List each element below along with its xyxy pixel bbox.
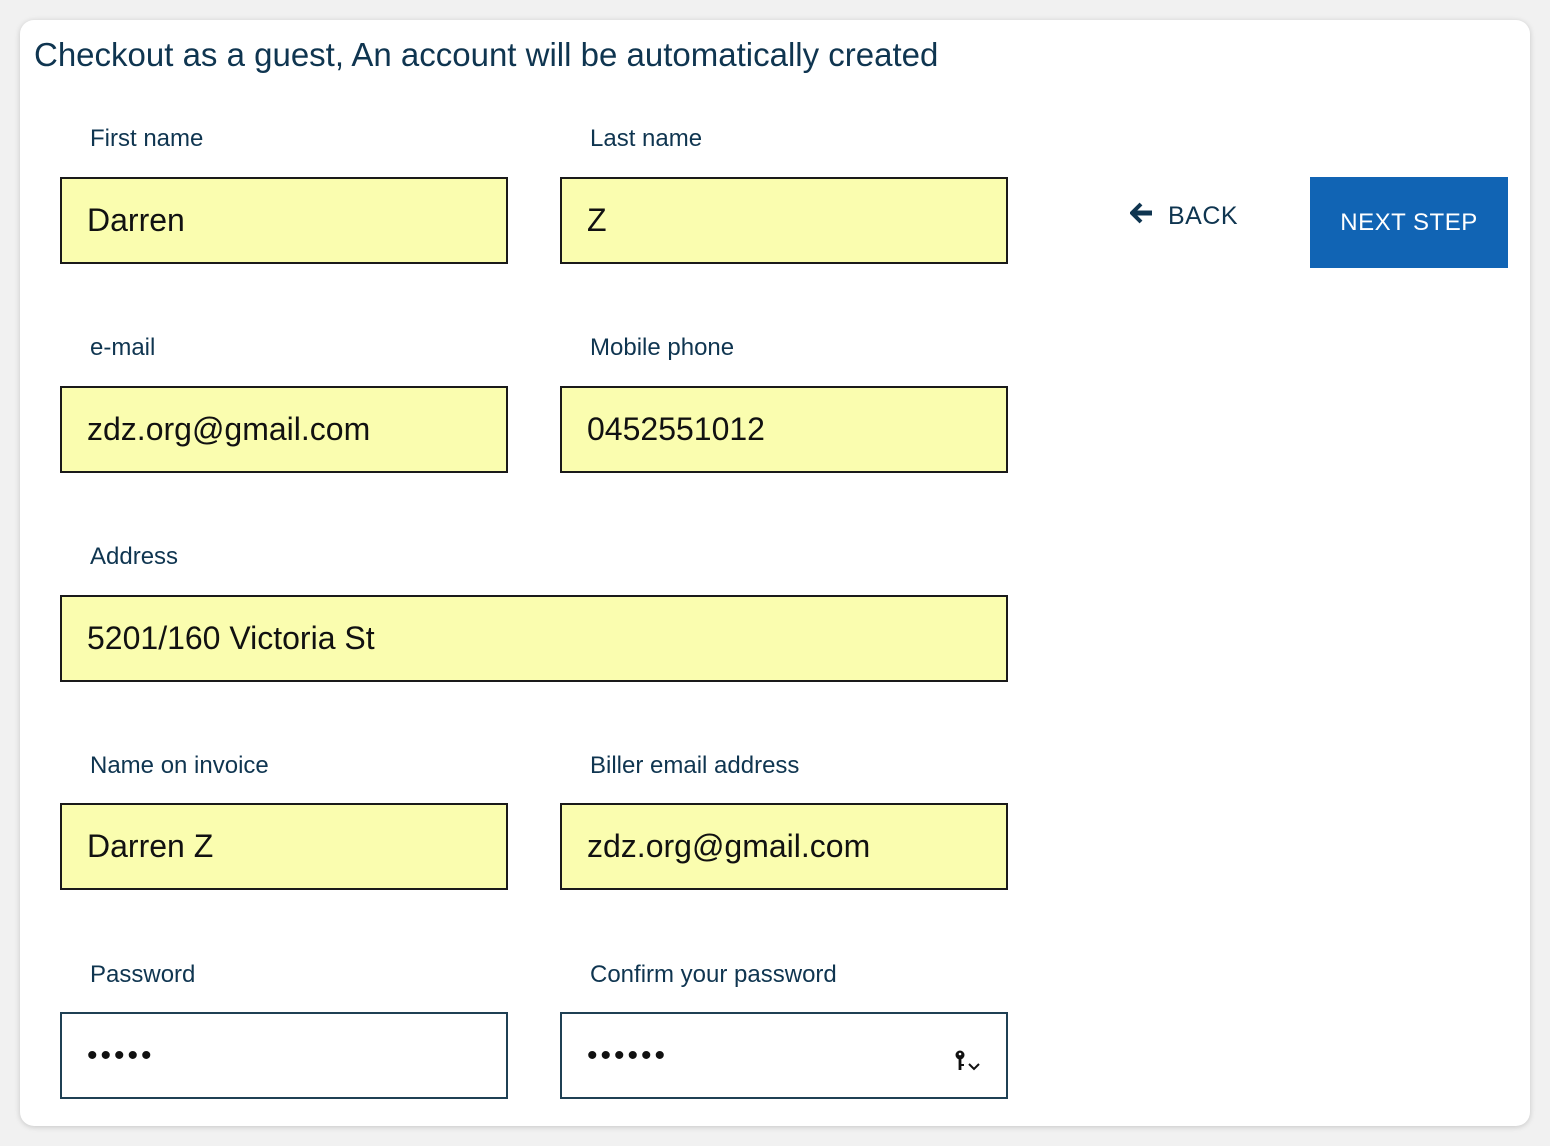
biller-email-input[interactable]: zdz.org@gmail.com xyxy=(560,803,1008,890)
email-input[interactable]: zdz.org@gmail.com xyxy=(60,386,508,473)
arrow-left-icon xyxy=(1129,202,1154,231)
confirm-password-label: Confirm your password xyxy=(590,961,837,988)
mobile-phone-input[interactable]: 0452551012 xyxy=(560,386,1008,473)
biller-email-label: Biller email address xyxy=(590,752,800,779)
confirm-password-value: •••••• xyxy=(587,1038,669,1072)
next-step-button[interactable]: NEXT STEP xyxy=(1310,177,1508,268)
page-title: Checkout as a guest, An account will be … xyxy=(34,36,939,73)
confirm-password-input[interactable]: •••••• xyxy=(560,1012,1008,1099)
mobile-phone-label: Mobile phone xyxy=(590,334,735,361)
chevron-down-icon xyxy=(968,1046,980,1080)
last-name-input[interactable]: Z xyxy=(560,177,1008,264)
name-on-invoice-input[interactable]: Darren Z xyxy=(60,803,508,890)
address-label: Address xyxy=(90,543,179,570)
first-name-label: First name xyxy=(90,125,204,152)
password-label: Password xyxy=(90,961,196,988)
key-icon xyxy=(954,1046,966,1080)
password-input[interactable]: ••••• xyxy=(60,1012,508,1099)
last-name-label: Last name xyxy=(590,125,703,152)
checkout-card: Checkout as a guest, An account will be … xyxy=(20,20,1530,1126)
name-on-invoice-label: Name on invoice xyxy=(90,752,269,779)
password-manager-toggle[interactable] xyxy=(954,1046,980,1080)
first-name-input[interactable]: Darren xyxy=(60,177,508,264)
back-button-label: BACK xyxy=(1168,202,1239,230)
address-input[interactable]: 5201/160 Victoria St xyxy=(60,595,1008,682)
email-label: e-mail xyxy=(90,334,156,361)
back-button[interactable]: BACK xyxy=(1129,202,1239,231)
